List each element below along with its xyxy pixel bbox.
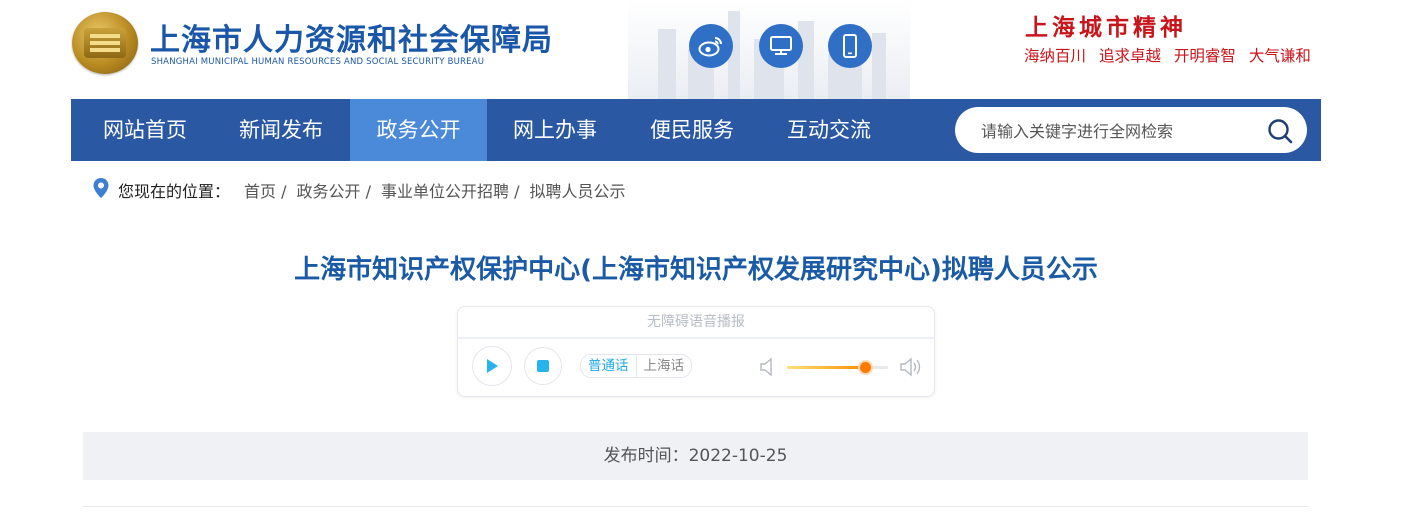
bureau-logo-emblem[interactable]: [72, 12, 138, 74]
slogan-item: 海纳百川: [1024, 47, 1087, 65]
breadcrumb-item-home[interactable]: 首页 /: [244, 178, 286, 202]
breadcrumb-item-recruitment[interactable]: 事业单位公开招聘 /: [381, 178, 519, 202]
nav-item-online-services[interactable]: 网上办事: [487, 99, 623, 161]
nav-item-interaction[interactable]: 互动交流: [761, 99, 897, 161]
slogan-title: 上海城市精神: [1025, 14, 1187, 41]
page-title: 上海市知识产权保护中心(上海市知识产权发展研究中心)拟聘人员公示: [294, 255, 1098, 285]
search-box: [955, 107, 1307, 155]
search-input[interactable]: [979, 107, 1253, 155]
breadcrumb: 您现在的位置： 首页 / 政务公开 / 事业单位公开招聘 / 拟聘人员公示: [92, 177, 625, 203]
language-selector: 普通话 上海话: [580, 354, 692, 378]
play-button[interactable]: [472, 346, 512, 386]
breadcrumb-item-current[interactable]: 拟聘人员公示: [529, 178, 625, 202]
play-icon: [487, 359, 498, 373]
mobile-icon[interactable]: [828, 24, 872, 68]
content-divider: [83, 506, 1308, 507]
stop-button[interactable]: [524, 347, 562, 385]
stop-icon: [537, 360, 549, 372]
volume-fill: [787, 366, 866, 369]
slogan-item: 追求卓越: [1098, 47, 1161, 65]
weibo-icon[interactable]: [689, 24, 733, 68]
nav-item-public-services[interactable]: 便民服务: [624, 99, 760, 161]
breadcrumb-label: 您现在的位置：: [118, 182, 231, 201]
desktop-icon[interactable]: [759, 24, 803, 68]
lang-mandarin[interactable]: 普通话: [581, 355, 637, 377]
volume-up-icon[interactable]: [900, 357, 922, 381]
slogan-item: 开明睿智: [1173, 47, 1236, 65]
voice-player: 无障碍语音播报 普通话 上海话: [457, 306, 935, 397]
breadcrumb-item-gov-affairs[interactable]: 政务公开 /: [297, 178, 371, 202]
publish-date: 发布时间：2022-10-25: [83, 432, 1308, 480]
slogan-list: 海纳百川 追求卓越 开明睿智 大气谦和: [1024, 44, 1319, 66]
org-name-en: SHANGHAI MUNICIPAL HUMAN RESOURCES AND S…: [151, 57, 485, 67]
lang-shanghainese[interactable]: 上海话: [637, 355, 692, 377]
player-header: 无障碍语音播报: [458, 307, 934, 339]
nav-item-gov-affairs[interactable]: 政务公开: [350, 99, 487, 161]
slogan-item: 大气谦和: [1248, 47, 1311, 65]
volume-down-icon[interactable]: [760, 357, 774, 380]
location-pin-icon: [92, 177, 110, 203]
nav-item-home[interactable]: 网站首页: [71, 99, 219, 161]
volume-knob[interactable]: [860, 362, 872, 373]
volume-slider[interactable]: [787, 362, 888, 373]
nav-item-news[interactable]: 新闻发布: [213, 99, 349, 161]
search-icon[interactable]: [1267, 118, 1293, 144]
org-name[interactable]: 上海市人力资源和社会保障局: [150, 15, 553, 59]
